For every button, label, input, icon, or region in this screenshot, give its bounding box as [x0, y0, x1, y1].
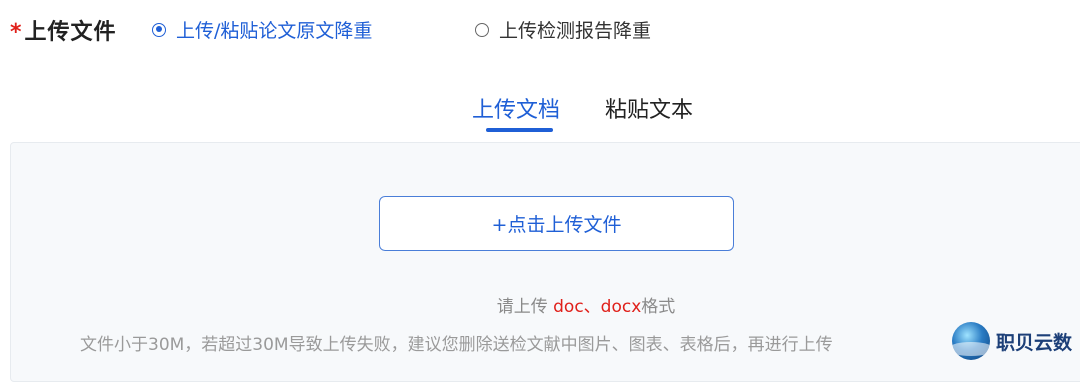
format-hint-prefix: 请上传: [496, 297, 554, 317]
radio-upload-report[interactable]: 上传检测报告降重: [475, 16, 651, 43]
format-doc: doc: [553, 297, 584, 317]
format-separator: 、: [583, 297, 601, 317]
tab-paste-text[interactable]: 粘贴文本: [605, 92, 693, 124]
watermark: 职贝云数: [952, 322, 1072, 360]
format-hint: 请上传 doc、docx格式: [46, 292, 1080, 317]
tab-upload-document[interactable]: 上传文档: [472, 92, 560, 124]
format-hint-suffix: 格式: [641, 297, 676, 317]
radio-checked-icon: [152, 22, 166, 37]
format-docx: docx: [600, 297, 642, 317]
brand-logo-icon: [952, 322, 990, 360]
radio-label: 上传检测报告降重: [499, 20, 652, 42]
radio-upload-paste-paper[interactable]: 上传/粘贴论文原文降重: [152, 16, 372, 43]
radio-label: 上传/粘贴论文原文降重: [176, 20, 373, 42]
watermark-text: 职贝云数: [996, 331, 1073, 354]
upload-file-label: *上传文件: [10, 14, 117, 46]
size-hint: 文件小于30M，若超过30M导致上传失败，建议您删除送检文献中图片、图表、表格后…: [80, 335, 833, 355]
field-label-text: 上传文件: [24, 20, 117, 45]
active-tab-indicator: [486, 128, 553, 132]
radio-unchecked-icon: [475, 22, 489, 37]
upload-tabs: 上传文档 粘贴文本: [0, 92, 1080, 136]
required-mark: *: [10, 20, 23, 45]
click-upload-button[interactable]: +点击上传文件: [379, 196, 734, 251]
